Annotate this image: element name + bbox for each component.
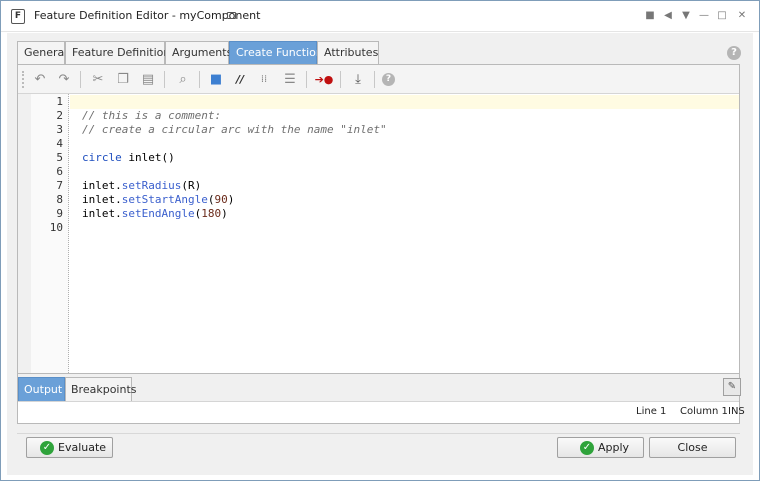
evaluate-button[interactable]: ✓ Evaluate [26, 437, 113, 458]
status-insert-mode: INS [728, 406, 745, 417]
maximize-icon[interactable]: □ [715, 9, 729, 23]
title-bar: F Feature Definition Editor - myComponen… [1, 1, 759, 32]
copy-icon[interactable]: ❐ [113, 70, 133, 90]
status-bar: Line 1 Column 1 INS [18, 401, 745, 423]
pin-icon[interactable]: ✎ [723, 378, 741, 396]
indent-icon[interactable]: ☰ [280, 70, 300, 90]
toolbar-separator [164, 71, 165, 88]
toolbar-separator [80, 71, 81, 88]
create-function-content: ↶ ↷ ✂ ❐ ▤ ⌕ ■ // ⁞⁞ ☰ ➔● ⤓ ? 1 2 3 4 5 6… [17, 64, 745, 424]
tab-arguments[interactable]: Arguments [165, 41, 232, 64]
editor-toolbar: ↶ ↷ ✂ ❐ ▤ ⌕ ■ // ⁞⁞ ☰ ➔● ⤓ ? [18, 65, 739, 94]
arrow-left-icon[interactable]: ◀ [661, 9, 675, 23]
tab-feature-definitions[interactable]: Feature Definitions [65, 41, 176, 64]
tab-create-function[interactable]: Create Function [229, 41, 323, 64]
arrow-down-icon[interactable]: ▼ [679, 9, 693, 23]
app-icon: F [11, 9, 25, 24]
line-number: 5 [56, 151, 63, 164]
code-line[interactable]: inlet.setStartAngle(90) [82, 193, 234, 207]
line-number: 8 [56, 193, 63, 206]
line-number: 4 [56, 137, 63, 150]
run-breakpoint-icon[interactable]: ➔● [314, 70, 334, 90]
output-tab-bar: Output Breakpoints ✎ [18, 373, 741, 401]
code-token: // this is a comment: [82, 109, 222, 122]
window-state-icon [227, 12, 236, 19]
tab-output[interactable]: Output [18, 377, 65, 401]
code-line[interactable]: inlet.setEndAngle(180) [82, 207, 228, 221]
line-number: 7 [56, 179, 63, 192]
check-icon: ✓ [40, 441, 54, 455]
line-number: 9 [56, 207, 63, 220]
paste-icon[interactable]: ▤ [138, 70, 158, 90]
status-column: Column 1 [680, 406, 728, 417]
undo-icon[interactable]: ↶ [30, 70, 50, 90]
square-icon[interactable]: ■ [643, 9, 657, 23]
cut-icon[interactable]: ✂ [88, 70, 108, 90]
status-line: Line 1 [636, 406, 667, 417]
code-token: ) [227, 193, 235, 206]
tab-attributes[interactable]: Attributes [317, 41, 379, 64]
apply-button[interactable]: ✓ Apply [557, 437, 644, 458]
line-number-gutter: 1 2 3 4 5 6 7 8 9 10 [18, 94, 69, 373]
code-line[interactable]: inlet.setRadius(R) [82, 179, 201, 193]
footer-divider [17, 433, 740, 434]
close-label: Close [677, 441, 708, 454]
close-button[interactable]: Close [649, 437, 736, 458]
folder-icon[interactable]: ■ [206, 70, 226, 90]
close-icon[interactable]: ✕ [735, 9, 749, 23]
line-number: 6 [56, 165, 63, 178]
feature-definition-editor-window: F Feature Definition Editor - myComponen… [0, 0, 760, 481]
code-token: inlet. [82, 179, 122, 192]
line-number: 10 [49, 221, 63, 234]
code-token: 90 [214, 193, 228, 206]
code-token: // create a circular arc with the name "… [82, 123, 387, 136]
line-number: 2 [56, 109, 63, 122]
minimize-icon[interactable]: — [697, 9, 711, 23]
code-token: inlet() [121, 151, 175, 164]
code-line[interactable]: circle inlet() [82, 151, 175, 165]
code-token: setRadius [121, 179, 182, 192]
help-icon[interactable]: ? [727, 46, 741, 60]
apply-label: Apply [598, 441, 630, 454]
code-token: circle [82, 151, 122, 164]
code-token: (R) [181, 179, 202, 192]
comment-icon[interactable]: // [230, 70, 250, 90]
code-editor[interactable]: 1 2 3 4 5 6 7 8 9 10 // this is a commen… [18, 94, 739, 373]
breakpoint-margin[interactable] [18, 94, 31, 373]
check-icon: ✓ [580, 441, 594, 455]
code-token: ) [221, 207, 228, 220]
toolbar-separator [374, 71, 375, 88]
redo-icon[interactable]: ↷ [54, 70, 74, 90]
code-token: inlet. [82, 207, 122, 220]
main-panel: General Feature Definitions Arguments Cr… [7, 33, 753, 475]
evaluate-label: Evaluate [58, 441, 107, 454]
toolbar-separator [199, 71, 200, 88]
uncomment-icon[interactable]: ⁞⁞ [254, 70, 274, 90]
find-icon[interactable]: ⌕ [173, 70, 193, 90]
toolbar-help-icon[interactable]: ? [382, 73, 395, 86]
line-number: 3 [56, 123, 63, 136]
code-token: 180 [201, 207, 222, 220]
toolbar-grip[interactable] [22, 71, 24, 88]
line-number: 1 [56, 95, 63, 108]
code-token: setEndAngle [121, 207, 195, 220]
tab-general[interactable]: General [17, 41, 67, 64]
code-token: setStartAngle [121, 193, 208, 206]
toolbar-separator [306, 71, 307, 88]
code-line[interactable]: // this is a comment: [82, 109, 221, 123]
tab-breakpoints[interactable]: Breakpoints [65, 377, 137, 401]
toolbar-separator [340, 71, 341, 88]
current-line-highlight [70, 95, 739, 109]
code-token: inlet. [82, 193, 122, 206]
debug-step-icon[interactable]: ⤓ [348, 70, 368, 90]
code-line[interactable]: // create a circular arc with the name "… [82, 123, 387, 137]
